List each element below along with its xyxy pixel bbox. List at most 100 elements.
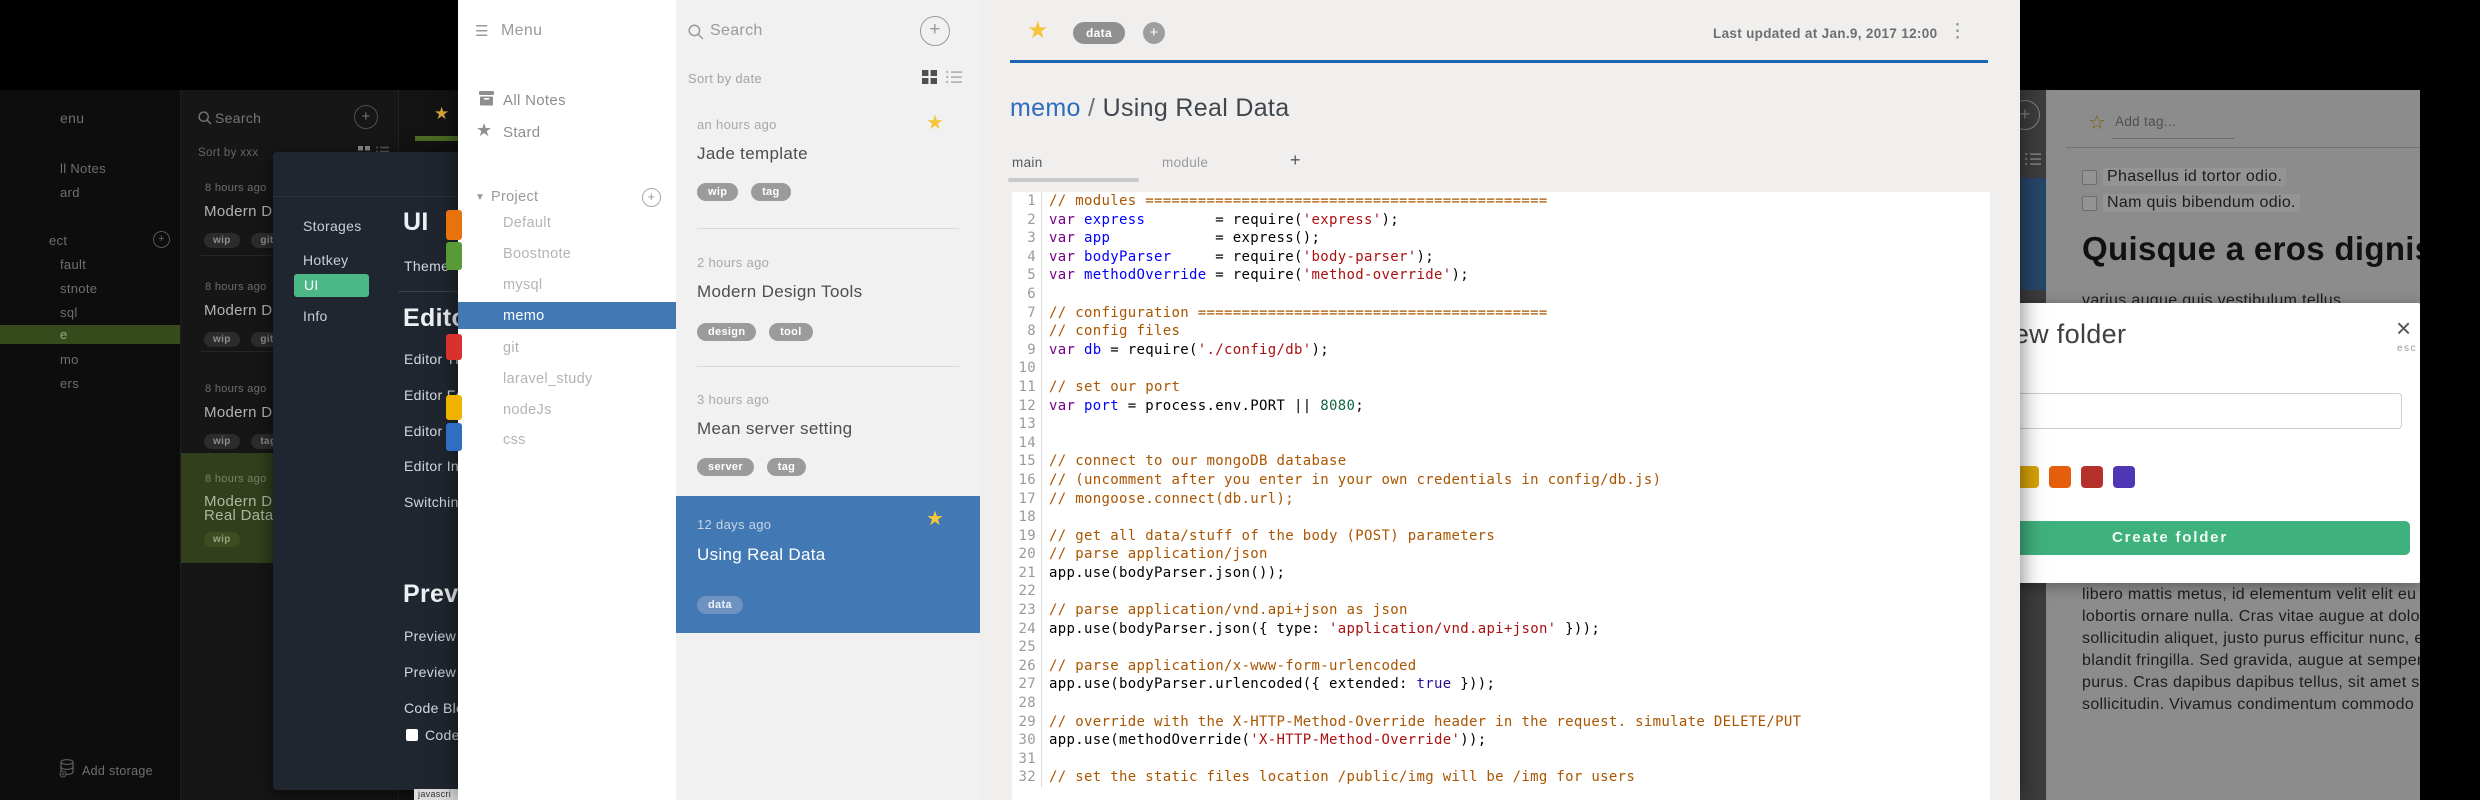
grid-view-icon[interactable] [922,70,937,84]
create-folder-button[interactable]: Create folder [2020,521,2410,555]
note-card[interactable]: 3 hours ago Mean server setting server t… [676,367,980,496]
color-swatch[interactable] [2049,466,2071,488]
close-icon[interactable]: × [2396,313,2412,344]
dark-sidebar-item-all-notes[interactable]: ll Notes [60,161,106,176]
code-line: 29// override with the X-HTTP-Method-Ove… [1012,712,1990,732]
code-line: 25 [1012,638,1990,657]
note-card[interactable]: an hours ago ★ Jade template wip tag [676,96,980,228]
code-line: 9 var db = require('./config/db'); [1012,340,1990,360]
dark-folder-item-selected[interactable]: e [0,325,180,344]
star-icon[interactable]: ★ [926,506,944,531]
tab-module[interactable]: module [1162,155,1208,170]
star-toggle-icon[interactable]: ★ [1027,16,1049,45]
checkbox-checked[interactable] [406,729,418,741]
note-title-text[interactable]: Using Real Data [1103,94,1290,122]
code-line: 28 [1012,694,1990,713]
code-line: 15// connect to our mongoDB database [1012,452,1990,471]
screen: enu ll Notes ard ect + fault stnote sql … [0,0,2480,800]
settings-theme-label: Theme [404,258,450,274]
code-line: 21 app.use(bodyParser.json()); [1012,563,1990,583]
tag-badge: wip [204,332,240,347]
note-card-selected[interactable]: 12 days ago ★ Using Real Data data [676,496,980,633]
sidebar-folder-laravel-study[interactable]: laravel_study [503,371,593,387]
project-storage-label[interactable]: Project [491,189,538,205]
chevron-down-icon[interactable]: ▼ [475,192,485,203]
code-line: 4 var bodyParser = require('body-parser')… [1012,247,1990,267]
hamburger-icon[interactable]: ☰ [475,22,489,40]
dark-folder-item[interactable]: sql [60,305,78,320]
dark-accent-divider [415,136,459,141]
dark-folder-item[interactable]: fault [60,257,86,272]
search-input[interactable]: Search [710,22,763,40]
sidebar-folder-git[interactable]: git [503,340,519,356]
sidebar-folder-css[interactable]: css [503,432,526,448]
settings-nav-info[interactable]: Info [303,308,328,324]
dark-sidebar-item-starred[interactable]: ard [60,185,80,200]
settings-nav-ui-active[interactable]: UI [294,274,369,297]
breadcrumb-folder[interactable]: memo [1010,94,1081,122]
kebab-menu-icon[interactable]: ⋮ [1948,20,1967,43]
note-tag-badge[interactable]: data [1073,22,1125,44]
folder-color-chip [446,423,462,451]
star-icon[interactable]: ★ [926,110,944,135]
tag-badge: tag [751,183,791,201]
code-line: 30 app.use(methodOverride('X-HTTP-Method-… [1012,731,1990,750]
code-line: 17// mongoose.connect(db.url); [1012,489,1990,509]
dark-folder-item[interactable]: stnote [60,281,97,296]
esc-hint: esc [2397,343,2418,354]
sidebar-item-all-notes[interactable]: All Notes [503,92,566,109]
add-storage-button[interactable]: Add storage [82,764,153,778]
note-card[interactable]: 2 hours ago Modern Design Tools design t… [676,229,980,366]
sidebar-folder-nodejs[interactable]: nodeJs [503,402,552,418]
code-line: 13 [1012,415,1990,434]
new-folder-dialog: New folder × esc Create folder [2020,303,2420,583]
settings-nav-storages[interactable]: Storages [303,218,362,234]
add-folder-button[interactable]: + [642,188,661,207]
code-line: 22 [1012,582,1990,602]
folder-name-input[interactable] [2020,393,2402,429]
sidebar-folder-memo-selected[interactable]: memo [458,302,676,329]
code-line: 16// (uncomment after you enter in your … [1012,470,1990,490]
star-icon[interactable]: ★ [434,104,450,124]
dark-add-folder-icon[interactable]: + [153,231,170,248]
dark-menu-label[interactable]: enu [60,110,84,126]
dark-search-input[interactable]: Search [215,110,261,126]
dark-folder-item[interactable]: ers [60,376,79,391]
code-line: 31 [1012,749,1990,769]
dark-sidebar-project-label[interactable]: ect [49,233,67,248]
code-line: 8// config files [1012,322,1990,341]
code-line: 5 var methodOverride = require('method-ov… [1012,266,1990,285]
list-view-icon[interactable] [946,70,962,84]
sidebar-folder-default[interactable]: Default [503,215,551,231]
sidebar-folder-boostnote[interactable]: Boostnote [503,246,571,262]
dark-new-note-button[interactable]: + [354,105,378,129]
tag-badge: wip [204,233,240,248]
tag-badge: wip [204,434,240,449]
sidebar-folder-mysql[interactable]: mysql [503,277,542,293]
code-editor[interactable]: 1// modules ============================… [1012,192,1990,800]
folder-color-chip [446,334,462,360]
dark-folder-item[interactable]: mo [60,352,79,367]
new-tab-button[interactable]: + [1290,150,1301,171]
sidebar-item-starred[interactable]: Stard [503,124,540,141]
tag-badge: wip [204,532,240,547]
color-swatch[interactable] [2113,466,2135,488]
code-line: 20// parse application/json [1012,545,1990,564]
database-icon [59,758,74,778]
code-line: 24 app.use(bodyParser.json({ type: 'appli… [1012,619,1990,639]
sort-select[interactable]: Sort by date [688,71,762,86]
settings-nav-hotkey[interactable]: Hotkey [303,252,349,268]
color-swatch[interactable] [2020,466,2039,488]
folder-color-chip [446,242,462,270]
tag-badge: tool [769,323,813,341]
secondary-app-window: + ☆ Add tag... Phasellus id tortor odio.… [2020,90,2420,800]
add-tag-button[interactable]: + [1143,22,1165,44]
dark-sort-select[interactable]: Sort by xxx [198,147,258,159]
star-icon: ★ [476,120,493,140]
new-note-button[interactable]: + [920,16,950,46]
code-line: 11// set our port [1012,377,1990,397]
tab-main-active[interactable]: main [1012,155,1043,170]
menu-label[interactable]: Menu [501,22,542,40]
accent-divider [1010,60,1988,63]
color-swatch[interactable] [2081,466,2103,488]
